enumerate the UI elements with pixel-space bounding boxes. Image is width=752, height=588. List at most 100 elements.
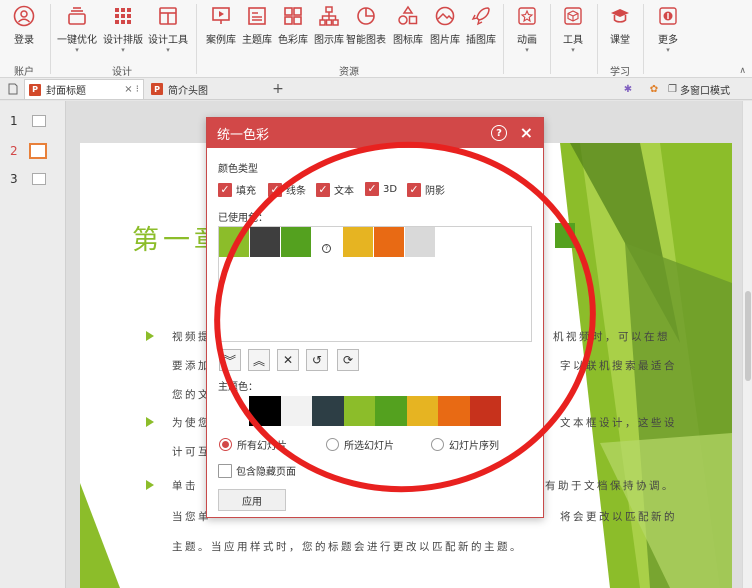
tools-button[interactable]: 工具 ▾ [553,4,593,54]
apply-button[interactable]: 应用 [218,489,286,511]
document-icon[interactable] [4,79,22,99]
move-down-button[interactable]: ︾ [219,349,241,371]
image-library-button[interactable]: 图片库 [425,4,465,46]
theme-library-button[interactable]: 主题库 [237,4,277,46]
dialog-header[interactable]: 统一色彩 ? × [207,118,543,148]
smart-chart-button[interactable]: 智能图表 [346,4,386,46]
bullet-icon [146,331,154,341]
slide-thumbnail-3[interactable]: 3 [10,172,46,186]
vertical-scrollbar[interactable] [742,101,752,588]
add-tab-button[interactable]: + [268,79,288,99]
design-layout-button[interactable]: 设计排版 ▾ [103,4,143,54]
theme-color-swatch[interactable] [375,396,407,426]
theme-color-swatch[interactable] [469,396,501,426]
double-chevron-down-icon: ︾ [223,353,236,368]
dialog-title: 统一色彩 [217,127,270,143]
group-label-learning: 学习 [610,67,630,78]
slide-thumbnail-1[interactable]: 1 [10,114,46,128]
settings-icon[interactable]: ✿ [644,79,664,99]
body-text-line: 字以联机搜索最适合 [560,360,677,372]
refresh-button[interactable]: ⟳ [337,349,359,371]
classroom-button[interactable]: 课堂 [600,4,640,46]
grid-icon [111,4,135,28]
collapse-ribbon-icon[interactable]: ∧ [739,66,746,76]
tab-cover-title[interactable]: P 封面标题 × ⁝ [24,79,144,99]
chevron-down-icon: ▾ [571,46,575,54]
theme-color-swatch[interactable] [438,396,470,426]
image-icon [433,4,457,28]
used-color-swatch[interactable] [281,227,311,257]
chevron-down-icon: ▾ [121,46,125,54]
used-color-swatch[interactable] [219,227,249,257]
illustration-library-button[interactable]: 插图库 [461,4,501,46]
undo-button[interactable]: ↺ [306,349,328,371]
used-color-swatch[interactable] [374,227,404,257]
ribbon: 登录 一键优化 ▾ 设计排版 ▾ 设计工具 ▾ 案例库 主题库 色彩库 图示库 … [0,0,752,78]
tab-bar: P 封面标题 × ⁝ P 简介头图 + ✱ ✿ ❐ 多窗口模式 [0,78,752,100]
multi-window-mode-button[interactable]: ❐ 多窗口模式 [668,79,748,99]
chevron-down-icon: ▾ [525,46,529,54]
slide-thumbnail-panel: 1 2 3 [0,101,66,588]
more-icon [656,4,680,28]
radio-selected-slides[interactable]: 所选幻灯片 [326,437,394,452]
more-button[interactable]: 更多 ▾ [648,4,688,54]
title-accent-bar [555,223,575,248]
chevron-down-icon: ▾ [666,46,670,54]
case-library-button[interactable]: 案例库 [201,4,241,46]
refresh-icon: ⟳ [342,353,354,367]
radio-slide-sequence[interactable]: 幻灯片序列 [431,437,499,452]
used-color-swatch[interactable]: ? [312,227,342,257]
radio-all-slides[interactable]: 所有幻灯片 [219,437,287,452]
one-click-optimize-button[interactable]: 一键优化 ▾ [57,4,97,54]
icon-library-button[interactable]: 图标库 [388,4,428,46]
theme-color-swatch[interactable] [406,396,438,426]
move-up-button[interactable]: ︽ [248,349,270,371]
checkbox-line[interactable]: ✓ 线条 [268,182,306,197]
checkbox-shadow[interactable]: ✓ 阴影 [407,182,445,197]
theme-icon [245,4,269,28]
checkbox-fill[interactable]: ✓ 填充 [218,182,256,197]
ppt-file-icon: P [29,83,41,96]
used-colors-label: 已使用色： [218,213,268,224]
unify-color-dialog: 统一色彩 ? × 颜色类型 ✓ 填充 ✓ 线条 ✓ 文本 ✓ 3D ✓ 阴影 已使用色： … [206,117,544,518]
checkbox-text[interactable]: ✓ 文本 [316,182,354,197]
theme-color-swatch[interactable] [280,396,312,426]
theme-color-swatch[interactable] [312,396,344,426]
used-color-swatch[interactable] [343,227,373,257]
checkbox-include-hidden[interactable]: 包含隐藏页面 [218,463,296,478]
pin-icon[interactable]: ✱ [618,79,638,99]
color-library-button[interactable]: 色彩库 [273,4,313,46]
animation-button[interactable]: 动画 ▾ [507,4,547,54]
slide-thumbnail-2[interactable]: 2 [10,143,47,159]
layers-icon [65,4,89,28]
login-button[interactable]: 登录 [4,4,44,46]
presentation-icon [209,4,233,28]
window-layout-icon [156,4,180,28]
check-icon: ✓ [218,182,232,197]
star-icon [515,4,539,28]
used-color-swatch[interactable] [405,227,435,257]
bullet-icon [146,480,154,490]
tab-intro-header[interactable]: P 简介头图 [147,79,265,99]
checkbox-3d[interactable]: ✓ 3D [365,182,397,196]
pie-chart-icon [354,4,378,28]
theme-colors-label: 主题色： [218,382,258,393]
body-text-line: 有助于文档保持协调。 [545,480,675,492]
chevron-down-icon: ▾ [75,46,79,54]
diagram-library-button[interactable]: 图示库 [309,4,349,46]
used-color-swatch[interactable] [250,227,280,257]
scrollbar-thumb[interactable] [745,291,751,381]
body-text-line: 将会更改以匹配新的 [560,511,677,523]
chevron-down-icon: ▾ [166,46,170,54]
rocket-icon [469,4,493,28]
theme-color-swatch[interactable] [343,396,375,426]
delete-button[interactable]: ✕ [277,349,299,371]
body-text-line: 机视频时，可以在想 [553,331,670,343]
graduation-cap-icon [608,4,632,28]
close-icon[interactable]: × [520,123,533,142]
shapes-icon [396,4,420,28]
close-tab-icon[interactable]: × ⁝ [124,84,139,95]
help-icon[interactable]: ? [491,125,507,141]
theme-color-swatch[interactable] [249,396,281,426]
design-tools-button[interactable]: 设计工具 ▾ [148,4,188,54]
